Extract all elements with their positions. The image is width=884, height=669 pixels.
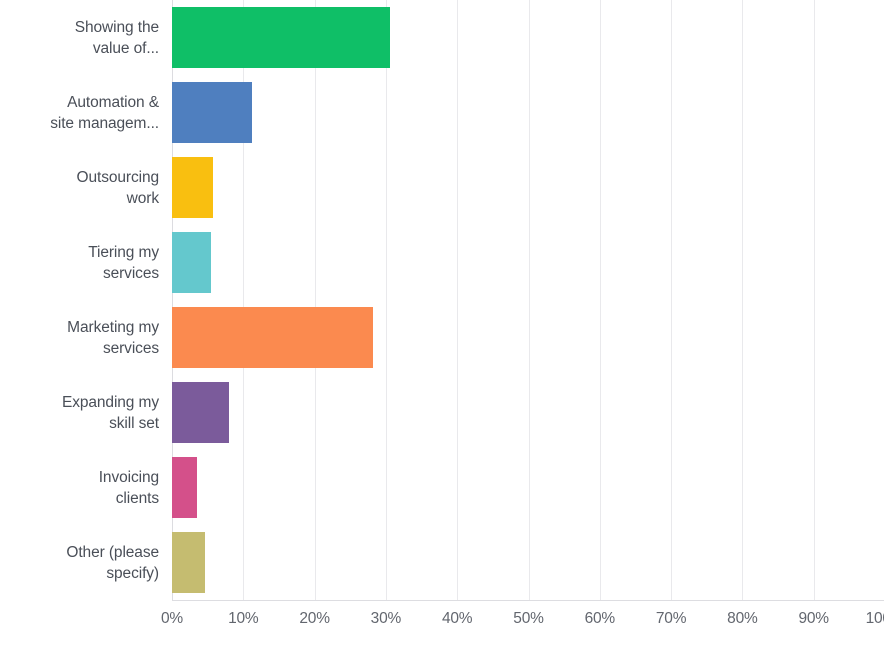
category-label: Expanding my skill set <box>61 393 159 432</box>
x-tick-label: 20% <box>299 610 330 627</box>
bar[interactable] <box>172 7 391 68</box>
x-tick-label: 80% <box>727 610 758 627</box>
x-tick-label: 60% <box>584 610 616 627</box>
bar-row: Marketing my services <box>0 300 884 375</box>
bar-row: Outsourcing work <box>0 150 884 225</box>
x-tick-label: 0% <box>160 610 184 627</box>
x-axis-tick-labels: 0% 10% 20% 30% 40% 50% 60% 70% 80% 90% 100% <box>0 608 884 648</box>
bar-track <box>172 450 884 525</box>
bar[interactable] <box>172 232 212 293</box>
x-tick-label: 40% <box>441 610 473 627</box>
bar[interactable] <box>172 82 252 143</box>
category-label: Outsourcing work <box>76 168 160 207</box>
bar-track <box>172 525 884 600</box>
bar-row: Other (please specify) <box>0 525 884 600</box>
bar-row: Expanding my skill set <box>0 375 884 450</box>
x-tick-label: 90% <box>798 610 829 627</box>
category-label: Tiering my services <box>88 243 159 282</box>
bar-track <box>172 150 884 225</box>
x-tick-label: 30% <box>370 610 402 627</box>
bar-track <box>172 300 884 375</box>
x-axis-line <box>172 600 884 601</box>
bar[interactable] <box>172 157 214 218</box>
bar[interactable] <box>172 307 374 368</box>
x-tick-label: 70% <box>655 610 687 627</box>
bar-chart: Showing the value of... Automation & site… <box>0 0 884 669</box>
bar[interactable] <box>172 457 197 518</box>
bar-track <box>172 0 884 75</box>
bar-row: Showing the value of... <box>0 0 884 75</box>
x-tick-label: 10% <box>228 610 259 627</box>
x-tick-label: 50% <box>513 610 544 627</box>
category-label: Invoicing clients <box>98 468 159 507</box>
bar-track <box>172 75 884 150</box>
category-label: Showing the value of... <box>74 18 159 57</box>
bar[interactable] <box>172 382 230 443</box>
bar-track <box>172 225 884 300</box>
category-label: Marketing my services <box>67 318 159 357</box>
bar-rows: Showing the value of... Automation & site… <box>0 0 884 600</box>
bar[interactable] <box>172 532 205 593</box>
x-tick-label: 100% <box>865 610 884 627</box>
category-label: Automation & site managem... <box>50 93 159 132</box>
bar-track <box>172 375 884 450</box>
bar-row: Automation & site managem... <box>0 75 884 150</box>
bar-row: Tiering my services <box>0 225 884 300</box>
bar-row: Invoicing clients <box>0 450 884 525</box>
category-label: Other (please specify) <box>66 543 159 582</box>
